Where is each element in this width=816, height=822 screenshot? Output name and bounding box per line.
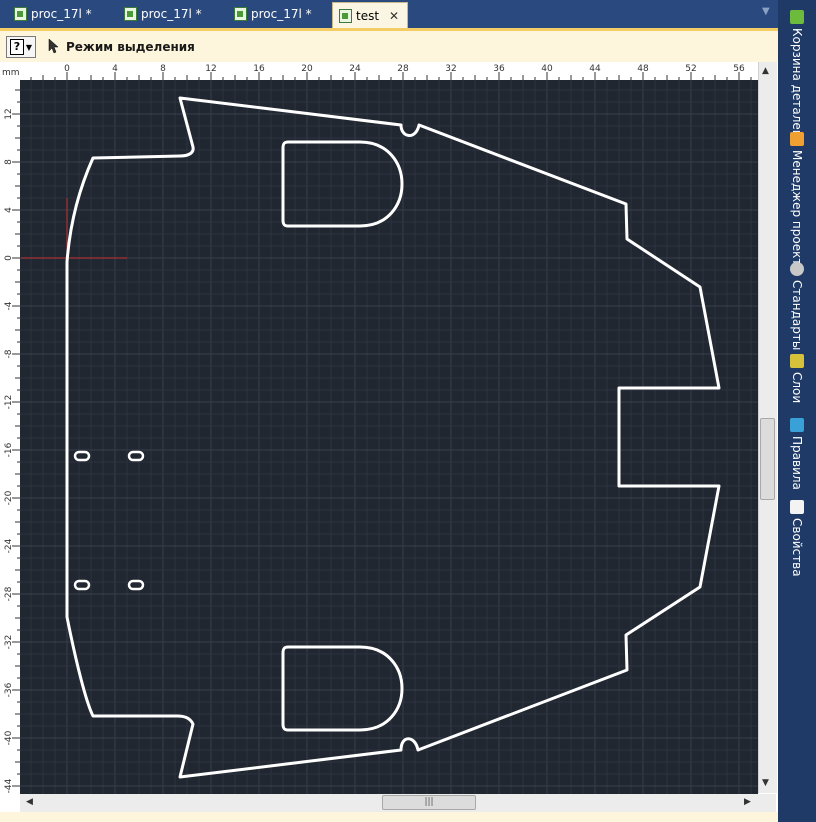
ruler-y-label: -24 [4, 538, 14, 553]
ruler-y-label: -40 [4, 730, 14, 745]
side-tab-project-manager[interactable]: Менеджер проекта [786, 132, 808, 273]
pcb-document-icon [124, 7, 137, 21]
editor-toolbar: ? ▼ Режим выделения [0, 28, 778, 62]
scroll-right-icon[interactable]: ▶ [744, 797, 751, 807]
chevron-down-icon: ▼ [25, 42, 33, 52]
side-tab-label: Правила [790, 436, 804, 490]
ruler-unit-label: mm [2, 68, 20, 78]
ruler-y-label: -8 [4, 349, 14, 358]
rules-icon [790, 418, 804, 432]
ruler-y-label: 8 [4, 159, 14, 165]
canvas-background [20, 80, 758, 794]
bottom-status-strip [0, 812, 778, 822]
ruler-x-label: 52 [685, 64, 696, 74]
ruler-x-label: 40 [541, 64, 553, 74]
tab-list-dropdown-icon[interactable]: ▼ [762, 6, 770, 17]
ruler-y-label: -4 [4, 301, 14, 310]
side-tab-label: Стандарты [790, 280, 804, 351]
side-tab-standards[interactable]: Стандарты [786, 262, 808, 350]
ruler-x-label: 44 [589, 64, 601, 74]
ruler-y-label: -32 [4, 635, 14, 650]
scrollbar-corner [758, 794, 776, 812]
vertical-scrollbar[interactable]: ▲ ▼ [758, 62, 777, 793]
ruler-x-label: 12 [205, 64, 216, 74]
vertical-scroll-thumb[interactable] [760, 418, 775, 500]
pcb-document-icon [14, 7, 27, 21]
ruler-x-label: 0 [64, 64, 70, 74]
scroll-left-icon[interactable]: ◀ [26, 797, 33, 807]
side-tab-properties[interactable]: Свойства [786, 500, 808, 577]
tab-test[interactable]: test ✕ [332, 2, 408, 28]
ruler-y-label: -36 [4, 682, 14, 697]
ruler-y-label: -28 [4, 586, 14, 601]
basket-icon [790, 10, 804, 24]
schematic-document-icon [234, 7, 247, 21]
ruler-x-label: 56 [733, 64, 745, 74]
ruler-x-label: 16 [253, 64, 265, 74]
side-tab-label: Слои [790, 372, 804, 404]
tab-label: test [356, 8, 380, 23]
tab-proc-17l-2[interactable]: proc_17l * [118, 2, 202, 26]
ruler-y-label: -44 [4, 778, 14, 793]
tab-proc-17l-1[interactable]: proc_17l * [8, 2, 92, 26]
board-canvas[interactable]: mm 0 4 8 12 16 20 24 28 32 36 40 44 48 52 5612840-4-8-1… [0, 62, 758, 794]
tab-proc-17l-3[interactable]: proc_17l * [228, 2, 312, 26]
ruler-x-label: 8 [160, 64, 166, 74]
ruler-x-label: 32 [445, 64, 456, 74]
close-icon[interactable]: ✕ [389, 9, 399, 23]
ruler-y-label: -16 [4, 442, 14, 457]
tab-label: proc_17l * [141, 7, 202, 21]
help-icon: ? [9, 39, 24, 55]
drawing-area[interactable]: mm 0 4 8 12 16 20 24 28 32 36 40 44 48 52 56 12 8 4 0 -4 -8 -1… [0, 62, 778, 822]
ruler-x-label: 28 [397, 64, 409, 74]
side-tab-label: Корзина деталей [790, 28, 804, 138]
project-manager-icon [790, 132, 804, 146]
ruler-x-label: 48 [637, 64, 649, 74]
side-tab-parts-basket[interactable]: Корзина деталей [786, 10, 808, 138]
horizontal-scrollbar[interactable]: ◀ ||| ▶ [20, 794, 758, 812]
horizontal-scroll-thumb[interactable]: ||| [382, 795, 476, 810]
ruler-y-label: 4 [4, 207, 14, 213]
scroll-up-icon[interactable]: ▲ [762, 66, 769, 76]
help-mode-button[interactable]: ? ▼ [6, 36, 36, 58]
ruler-y-label: -20 [4, 490, 14, 505]
side-tab-rules[interactable]: Правила [786, 418, 808, 490]
ruler-x-label: 20 [301, 64, 313, 74]
properties-icon [790, 500, 804, 514]
selection-mode-label: Режим выделения [66, 40, 195, 54]
ruler-y-label: -12 [4, 395, 14, 410]
side-tab-label: Свойства [790, 518, 804, 577]
ruler-x-label: 4 [112, 64, 118, 74]
side-tab-label: Менеджер проекта [790, 150, 804, 273]
document-tab-bar: proc_17l * proc_17l * proc_17l * test ✕ … [0, 0, 778, 28]
ruler-y-label: 0 [4, 255, 14, 261]
pcb-document-icon [339, 8, 352, 23]
right-dock-panel: Корзина деталей Менеджер проекта Стандар… [778, 0, 816, 822]
ruler-y-label: 12 [4, 108, 14, 119]
tab-label: proc_17l * [251, 7, 312, 21]
gear-icon [790, 262, 804, 276]
ruler-x-label: 36 [493, 64, 505, 74]
tab-label: proc_17l * [31, 7, 92, 21]
scroll-down-icon[interactable]: ▼ [762, 778, 769, 788]
ruler-x-label: 24 [349, 64, 361, 74]
pointer-cursor-icon [48, 38, 59, 54]
side-tab-layers[interactable]: Слои [786, 354, 808, 403]
layers-icon [790, 354, 804, 368]
